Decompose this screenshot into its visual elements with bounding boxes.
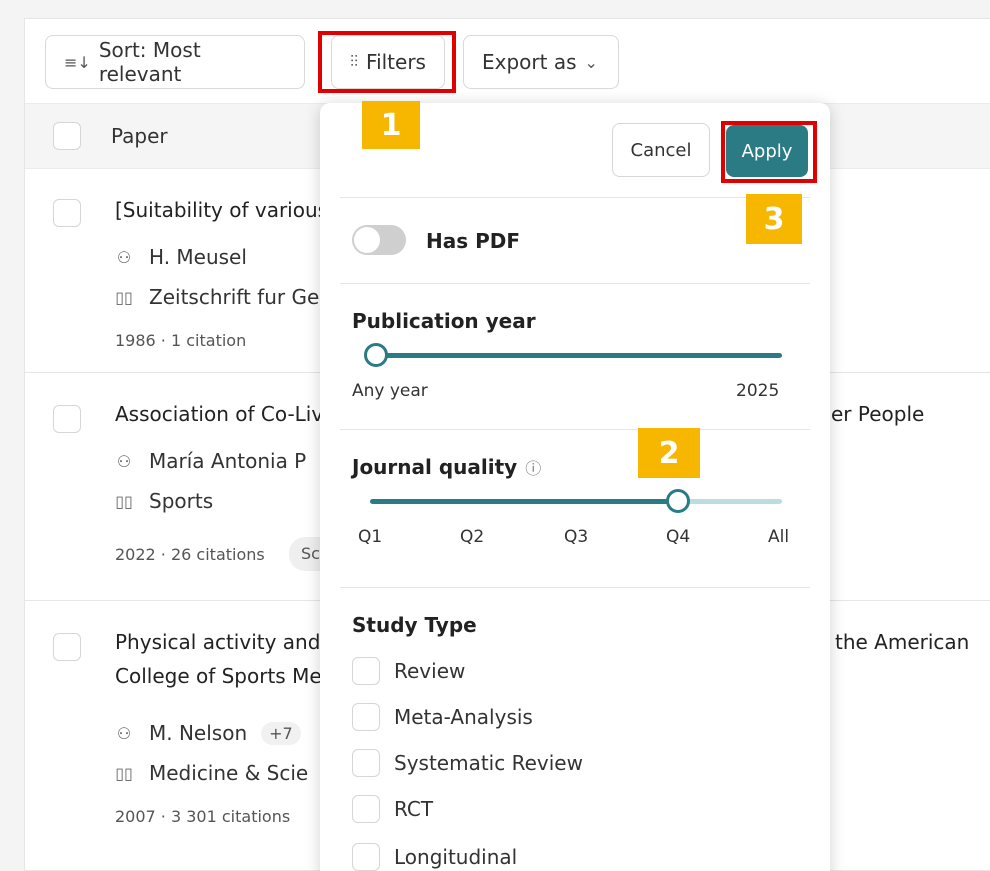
book-icon: ▯▯ <box>115 491 133 511</box>
sort-button[interactable]: ≡↓ Sort: Most relevant <box>45 35 305 89</box>
divider <box>340 587 810 588</box>
publication-year-label: Publication year <box>352 309 536 333</box>
book-icon: ▯▯ <box>115 763 133 783</box>
paper-authors: ⚇ María Antonia P <box>113 449 306 473</box>
paper-footer: 2007 · 3 301 citations <box>115 807 291 826</box>
row-checkbox[interactable] <box>53 405 81 433</box>
book-icon: ▯▯ <box>115 287 133 307</box>
info-icon[interactable]: ⓘ <box>525 459 541 478</box>
highlight-apply <box>721 121 817 183</box>
paper-title[interactable]: Association of Co-Liv <box>115 397 323 431</box>
chevron-down-icon: ⌄ <box>584 52 598 72</box>
has-pdf-toggle[interactable] <box>352 225 406 255</box>
authors-icon: ⚇ <box>116 451 132 471</box>
authors-icon: ⚇ <box>116 247 132 267</box>
paper-authors: ⚇ H. Meusel <box>113 245 247 269</box>
paper-journal: ▯▯ Zeitschrift fur Ge <box>113 285 319 309</box>
quality-slider-track[interactable] <box>678 499 782 504</box>
study-type-option-label: Systematic Review <box>394 751 583 775</box>
step-badge-3: 3 <box>746 194 802 244</box>
tag-chip-label: Sc <box>301 544 320 563</box>
export-button[interactable]: Export as ⌄ <box>463 35 619 89</box>
study-type-option[interactable]: RCT <box>352 795 433 823</box>
authors-text[interactable]: M. Nelson <box>149 721 247 745</box>
authors-icon: ⚇ <box>116 723 132 743</box>
journal-quality-text: Journal quality <box>352 455 518 479</box>
paper-title[interactable]: [Suitability of various <box>115 193 328 227</box>
export-label: Export as <box>482 50 577 74</box>
study-type-option[interactable]: Review <box>352 657 465 685</box>
step-badge-label: 3 <box>763 201 785 237</box>
paper-footer: 1986 · 1 citation <box>115 331 247 350</box>
study-type-label: Study Type <box>352 613 477 637</box>
paper-title[interactable]: Physical activity and <box>115 625 320 659</box>
divider <box>340 197 810 198</box>
step-badge-label: 2 <box>658 435 680 471</box>
study-type-checkbox[interactable] <box>352 657 380 685</box>
column-header-paper: Paper <box>111 124 168 148</box>
study-type-checkbox[interactable] <box>352 795 380 823</box>
year-max-label: 2025 <box>736 381 780 401</box>
step-badge-2: 2 <box>638 428 700 478</box>
quality-tick: All <box>768 527 790 547</box>
sort-label: Sort: Most relevant <box>98 38 201 86</box>
study-type-checkbox[interactable] <box>352 703 380 731</box>
quality-tick: Q2 <box>460 527 485 547</box>
quality-slider-fill[interactable] <box>370 499 678 504</box>
year-slider-track[interactable] <box>370 353 782 358</box>
study-type-option-label: RCT <box>394 797 434 821</box>
toolbar: ≡↓ Sort: Most relevant ⫶⫶ Filters Export… <box>25 19 990 103</box>
step-badge-1: 1 <box>362 101 420 149</box>
journal-text: Zeitschrift fur Ge <box>149 285 320 309</box>
journal-quality-label: Journal quality ⓘ <box>352 455 541 479</box>
has-pdf-label: Has PDF <box>426 229 521 253</box>
cancel-button[interactable]: Cancel <box>612 123 710 177</box>
toggle-knob <box>354 227 380 253</box>
paper-title-continued: er People <box>831 402 925 426</box>
quality-slider-handle[interactable] <box>666 489 690 513</box>
quality-tick: Q4 <box>666 527 691 547</box>
paper-title-continued: the American <box>835 630 970 654</box>
study-type-option[interactable]: Meta-Analysis <box>352 703 533 731</box>
study-type-option[interactable]: Systematic Review <box>352 749 583 777</box>
divider <box>340 283 810 284</box>
paper-title-line2[interactable]: College of Sports Me <box>115 659 322 693</box>
paper-footer: 2022 · 26 citations <box>115 545 265 564</box>
study-type-option[interactable]: Longitudinal <box>352 843 517 871</box>
paper-journal: ▯▯ Sports <box>113 489 213 513</box>
study-type-option-label: Meta-Analysis <box>394 705 533 729</box>
row-checkbox[interactable] <box>53 199 81 227</box>
year-slider-handle[interactable] <box>364 343 388 367</box>
highlight-filters <box>318 31 456 93</box>
study-type-option-label: Longitudinal <box>394 845 518 869</box>
authors-text[interactable]: María Antonia P <box>149 449 306 473</box>
select-all-checkbox[interactable] <box>53 122 81 150</box>
sort-icon: ≡↓ <box>64 52 91 72</box>
row-checkbox[interactable] <box>53 633 81 661</box>
year-min-label: Any year <box>352 381 428 401</box>
authors-text[interactable]: H. Meusel <box>149 245 247 269</box>
paper-authors: ⚇ M. Nelson +7 <box>113 721 301 745</box>
cancel-label: Cancel <box>630 139 692 161</box>
divider <box>340 429 810 430</box>
paper-journal: ▯▯ Medicine & Scie <box>113 761 308 785</box>
study-type-checkbox[interactable] <box>352 843 380 871</box>
journal-text: Sports <box>149 489 214 513</box>
step-badge-label: 1 <box>380 107 402 143</box>
quality-tick: Q1 <box>358 527 383 547</box>
study-type-checkbox[interactable] <box>352 749 380 777</box>
more-authors-badge[interactable]: +7 <box>261 721 301 745</box>
journal-text: Medicine & Scie <box>149 761 309 785</box>
quality-tick: Q3 <box>564 527 589 547</box>
study-type-option-label: Review <box>394 659 466 683</box>
